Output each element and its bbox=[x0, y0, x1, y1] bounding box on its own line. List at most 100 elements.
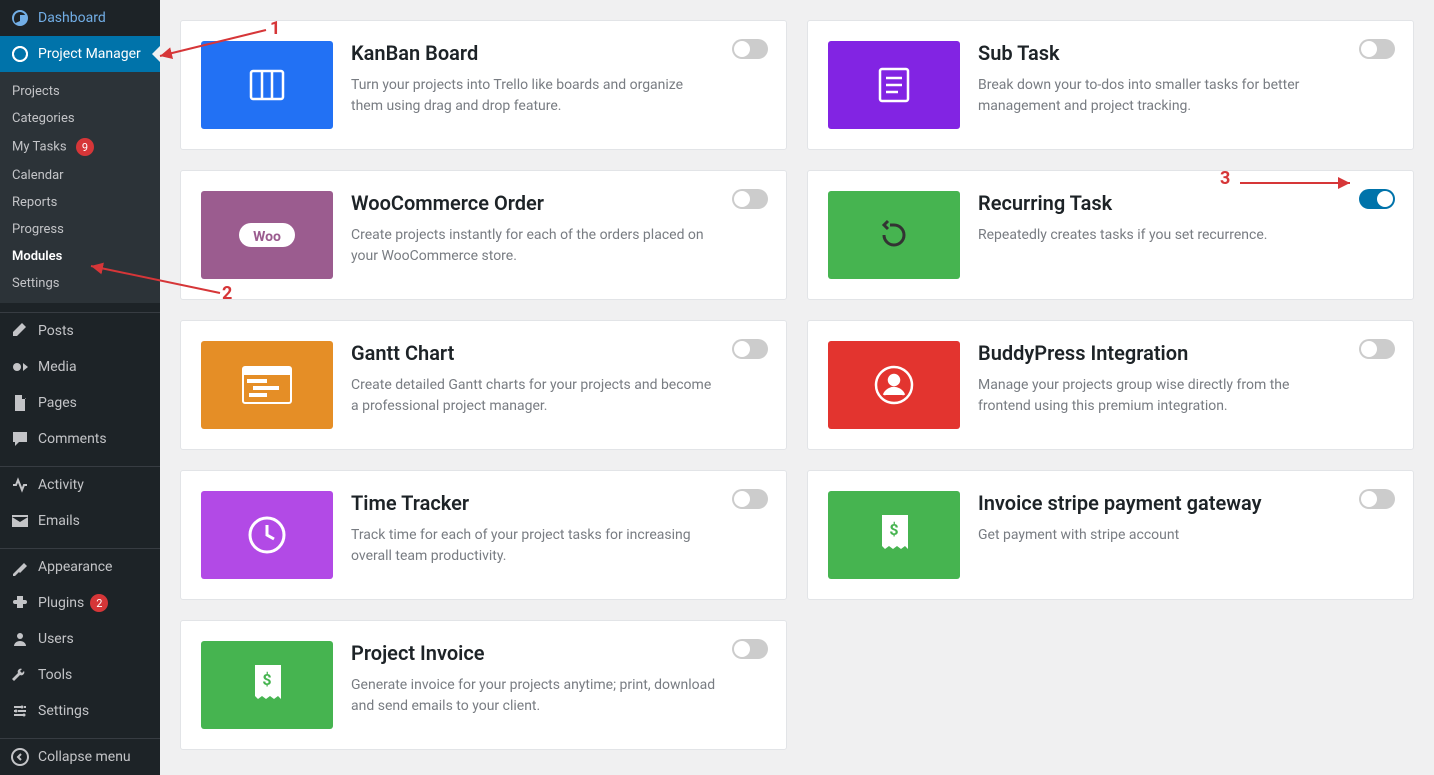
module-title: Invoice stripe payment gateway bbox=[978, 491, 1343, 515]
module-card: BuddyPress Integration Manage your proje… bbox=[807, 320, 1414, 450]
module-icon: $ bbox=[201, 641, 333, 729]
sidebar-label: Dashboard bbox=[38, 10, 106, 26]
module-description: Generate invoice for your projects anyti… bbox=[351, 675, 716, 717]
module-icon bbox=[201, 491, 333, 579]
collapse-icon bbox=[10, 747, 30, 767]
sidebar-item-activity[interactable]: Activity bbox=[0, 467, 160, 503]
sidebar-item-collapse[interactable]: Collapse menu bbox=[0, 739, 160, 775]
sidebar-item-emails[interactable]: Emails bbox=[0, 503, 160, 539]
svg-text:Woo: Woo bbox=[253, 229, 281, 245]
module-toggle[interactable] bbox=[732, 489, 768, 509]
emails-icon bbox=[10, 511, 30, 531]
module-toggle[interactable] bbox=[1359, 489, 1395, 509]
sidebar-sub-settings[interactable]: Settings bbox=[0, 270, 160, 297]
modules-left-column: KanBan Board Turn your projects into Tre… bbox=[180, 20, 787, 755]
module-toggle[interactable] bbox=[732, 639, 768, 659]
sidebar-label: Posts bbox=[38, 323, 74, 339]
module-body: Gantt Chart Create detailed Gantt charts… bbox=[351, 341, 766, 429]
svg-text:$: $ bbox=[262, 670, 271, 689]
plugins-badge: 2 bbox=[90, 594, 108, 612]
tools-icon bbox=[10, 665, 30, 685]
activity-icon bbox=[10, 475, 30, 495]
media-icon bbox=[10, 357, 30, 377]
sidebar-label: Settings bbox=[38, 703, 89, 719]
module-description: Track time for each of your project task… bbox=[351, 525, 716, 567]
module-toggle[interactable] bbox=[732, 189, 768, 209]
sidebar-sub-categories[interactable]: Categories bbox=[0, 105, 160, 132]
module-title: WooCommerce Order bbox=[351, 191, 716, 215]
sidebar-label: Collapse menu bbox=[38, 749, 131, 765]
sidebar-label: Project Manager bbox=[38, 46, 141, 62]
module-description: Break down your to-dos into smaller task… bbox=[978, 75, 1343, 117]
module-body: KanBan Board Turn your projects into Tre… bbox=[351, 41, 766, 129]
module-toggle[interactable] bbox=[1359, 189, 1395, 209]
module-icon bbox=[201, 341, 333, 429]
posts-icon bbox=[10, 321, 30, 341]
module-description: Repeatedly creates tasks if you set recu… bbox=[978, 225, 1343, 246]
sidebar-item-media[interactable]: Media bbox=[0, 349, 160, 385]
sidebar-submenu: Projects Categories My Tasks 9 Calendar … bbox=[0, 72, 160, 303]
sidebar-label: Activity bbox=[38, 477, 84, 493]
module-icon bbox=[828, 41, 960, 129]
module-description: Get payment with stripe account bbox=[978, 525, 1343, 546]
module-description: Create detailed Gantt charts for your pr… bbox=[351, 375, 716, 417]
appearance-icon bbox=[10, 557, 30, 577]
module-title: Time Tracker bbox=[351, 491, 716, 515]
module-card: Recurring Task Repeatedly creates tasks … bbox=[807, 170, 1414, 300]
sidebar-sub-projects[interactable]: Projects bbox=[0, 78, 160, 105]
users-icon bbox=[10, 629, 30, 649]
content-area: KanBan Board Turn your projects into Tre… bbox=[160, 0, 1434, 775]
module-body: WooCommerce Order Create projects instan… bbox=[351, 191, 766, 279]
module-card: Sub Task Break down your to-dos into sma… bbox=[807, 20, 1414, 150]
pages-icon bbox=[10, 393, 30, 413]
module-body: Sub Task Break down your to-dos into sma… bbox=[978, 41, 1393, 129]
sidebar-label: Emails bbox=[38, 513, 80, 529]
sidebar-sub-calendar[interactable]: Calendar bbox=[0, 162, 160, 189]
module-icon bbox=[828, 191, 960, 279]
module-body: BuddyPress Integration Manage your proje… bbox=[978, 341, 1393, 429]
sidebar-label: Tools bbox=[38, 667, 72, 683]
modules-right-column: Sub Task Break down your to-dos into sma… bbox=[807, 20, 1414, 755]
sidebar-sub-modules[interactable]: Modules bbox=[0, 243, 160, 270]
module-toggle[interactable] bbox=[732, 39, 768, 59]
sidebar-sub-reports[interactable]: Reports bbox=[0, 189, 160, 216]
module-title: Gantt Chart bbox=[351, 341, 716, 365]
module-icon: Woo bbox=[201, 191, 333, 279]
sidebar-sub-my-tasks[interactable]: My Tasks 9 bbox=[0, 132, 160, 162]
plugins-icon bbox=[10, 593, 30, 613]
module-title: Sub Task bbox=[978, 41, 1343, 65]
sidebar-label: Comments bbox=[38, 431, 107, 447]
dashboard-icon bbox=[10, 8, 30, 28]
sidebar-item-plugins[interactable]: Plugins 2 bbox=[0, 585, 160, 621]
sidebar-item-tools[interactable]: Tools bbox=[0, 657, 160, 693]
module-description: Turn your projects into Trello like boar… bbox=[351, 75, 716, 117]
module-description: Manage your projects group wise directly… bbox=[978, 375, 1343, 417]
sidebar-item-posts[interactable]: Posts bbox=[0, 313, 160, 349]
module-icon bbox=[828, 341, 960, 429]
sidebar-item-appearance[interactable]: Appearance bbox=[0, 549, 160, 585]
sidebar-item-users[interactable]: Users bbox=[0, 621, 160, 657]
module-card: Gantt Chart Create detailed Gantt charts… bbox=[180, 320, 787, 450]
sidebar-item-dashboard[interactable]: Dashboard bbox=[0, 0, 160, 36]
sidebar-item-pages[interactable]: Pages bbox=[0, 385, 160, 421]
module-toggle[interactable] bbox=[732, 339, 768, 359]
module-card: $ Project Invoice Generate invoice for y… bbox=[180, 620, 787, 750]
sidebar-sub-progress[interactable]: Progress bbox=[0, 216, 160, 243]
module-title: Recurring Task bbox=[978, 191, 1343, 215]
sidebar-item-settings[interactable]: Settings bbox=[0, 693, 160, 729]
module-body: Recurring Task Repeatedly creates tasks … bbox=[978, 191, 1393, 279]
module-icon: $ bbox=[828, 491, 960, 579]
module-title: KanBan Board bbox=[351, 41, 716, 65]
settings-icon bbox=[10, 701, 30, 721]
module-card: Time Tracker Track time for each of your… bbox=[180, 470, 787, 600]
sidebar-item-comments[interactable]: Comments bbox=[0, 421, 160, 457]
sidebar-item-project-manager[interactable]: Project Manager bbox=[0, 36, 160, 72]
module-toggle[interactable] bbox=[1359, 39, 1395, 59]
module-title: BuddyPress Integration bbox=[978, 341, 1343, 365]
module-toggle[interactable] bbox=[1359, 339, 1395, 359]
module-card: KanBan Board Turn your projects into Tre… bbox=[180, 20, 787, 150]
module-icon bbox=[201, 41, 333, 129]
module-description: Create projects instantly for each of th… bbox=[351, 225, 716, 267]
module-title: Project Invoice bbox=[351, 641, 716, 665]
module-body: Time Tracker Track time for each of your… bbox=[351, 491, 766, 579]
